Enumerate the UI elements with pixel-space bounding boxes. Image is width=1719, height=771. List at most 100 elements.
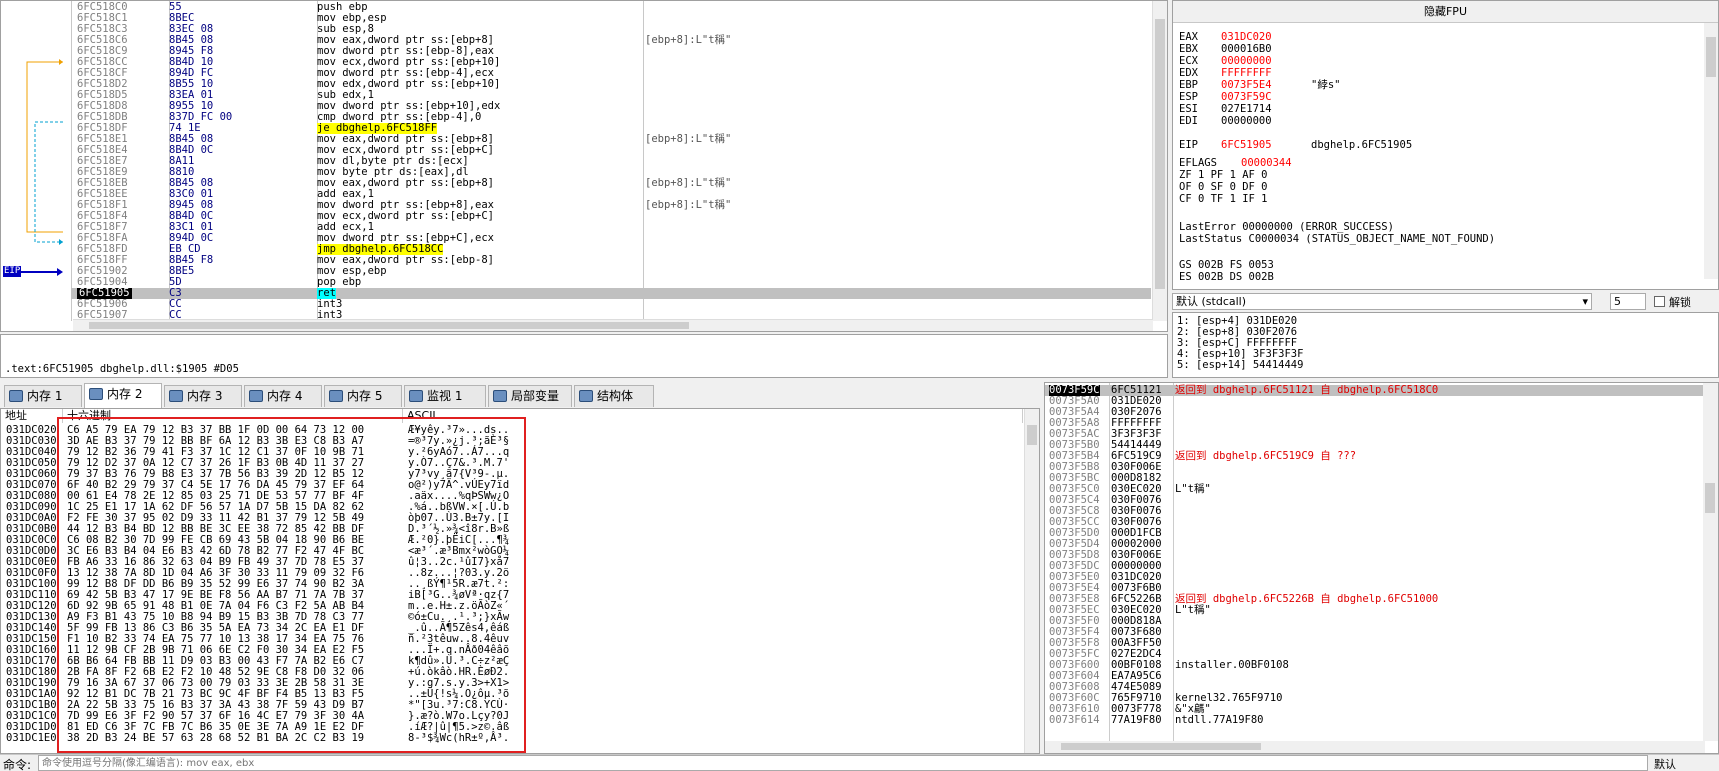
stack-row[interactable]: 0073F614 77A19F80 ntdll.77A19F80: [1045, 715, 1705, 726]
register-value: 00000000: [1221, 55, 1272, 67]
register-line[interactable]: ECX 00000000: [1179, 55, 1311, 67]
dump-address: 031DC1E0: [6, 732, 57, 744]
instruction-row[interactable]: 6FC518E7 8A11 mov dl,byte ptr ds:[ecx]: [71, 156, 1151, 167]
register-name: EIP: [1179, 139, 1198, 151]
instruction-row[interactable]: 6FC518DF 74 1E je dbghelp.6FC518FF: [71, 123, 1151, 134]
stack-arguments-pane[interactable]: 1: [esp+4] 031DE020 2: [esp+8] 030F2076 3:…: [1172, 312, 1719, 378]
register-line[interactable]: EDI 00000000: [1179, 115, 1311, 127]
instruction-row[interactable]: 6FC518C6 8B45 08 mov eax,dword ptr ss:[ebp…: [71, 35, 1151, 46]
instruction-row[interactable]: 6FC518CF 894D FC mov dword ptr ss:[ebp-4],…: [71, 68, 1151, 79]
register-line[interactable]: EIP 6FC51905 dbghelp.6FC51905: [1179, 139, 1412, 151]
instruction-row[interactable]: 6FC518FF 8B45 F8 mov eax,dword ptr ss:[ebp…: [71, 255, 1151, 266]
segment-line-1: GS 002B FS 0053: [1179, 259, 1274, 271]
regs-vscrollbar[interactable]: [1704, 23, 1718, 279]
hide-fpu-button[interactable]: 隐藏FPU: [1173, 1, 1718, 23]
disassembly-pane[interactable]: EIP 6FC518C0 55 push ebp 6FC518C1 8BEC mov eb…: [0, 0, 1168, 332]
tab-1[interactable]: 内存 1: [4, 385, 82, 407]
register-line[interactable]: ESP 0073F59C: [1179, 91, 1311, 103]
register-value: 000016B0: [1221, 43, 1272, 55]
instruction-row[interactable]: 6FC518E1 8B45 08 mov eax,dword ptr ss:[ebp…: [71, 134, 1151, 145]
registers-pane[interactable]: 隐藏FPU EAX 031DC020 EBX 000016B0 ECX 00000000 E…: [1172, 0, 1719, 290]
tab-6[interactable]: 监视 1: [404, 385, 486, 407]
instruction-row[interactable]: 6FC518CC 8B4D 10 mov ecx,dword ptr ss:[ebp…: [71, 57, 1151, 68]
dump-vscrollbar[interactable]: [1024, 409, 1039, 753]
command-input[interactable]: [38, 755, 1648, 771]
instruction-row[interactable]: 6FC518C9 8945 F8 mov dword ptr ss:[ebp-8],…: [71, 46, 1151, 57]
instruction-row[interactable]: 6FC51904 5D pop ebp: [71, 277, 1151, 288]
instruction-row[interactable]: 6FC518DB 837D FC 00 cmp dword ptr ss:[ebp-…: [71, 112, 1151, 123]
unlock-checkbox[interactable]: [1654, 296, 1665, 307]
register-line[interactable]: EAX 031DC020: [1179, 31, 1311, 43]
instruction-comment: [ebp+8]:L"t稱": [645, 133, 732, 145]
stack-comment: L"t稱": [1175, 604, 1211, 616]
stack-value: 77A19F80: [1111, 714, 1162, 726]
tab-label: 内存 4: [267, 389, 303, 403]
disasm-vscrollbar[interactable]: [1152, 1, 1167, 321]
command-label: 命令:: [3, 758, 32, 771]
stack-vscrollbar[interactable]: [1703, 383, 1718, 741]
instruction-row[interactable]: 6FC51905 C3 ret: [71, 288, 1151, 299]
register-comment: "綍s": [1311, 79, 1341, 91]
register-name: EAX: [1179, 31, 1198, 43]
tab-3[interactable]: 内存 3: [164, 385, 242, 407]
tab-7[interactable]: 局部变量: [488, 385, 572, 407]
instruction-row[interactable]: 6FC518FA 894D 0C mov dword ptr ss:[ebp+C],…: [71, 233, 1151, 244]
register-value: 00000000: [1221, 115, 1272, 127]
instruction-row[interactable]: 6FC518FD EB CD jmp dbghelp.6FC518CC: [71, 244, 1151, 255]
stack-comment: 返回到 dbghelp.6FC519C9 自 ???: [1175, 450, 1357, 462]
last-error: LastError 00000000 (ERROR_SUCCESS): [1179, 221, 1394, 233]
register-line[interactable]: ESI 027E1714: [1179, 103, 1311, 115]
jump-arrows-gutter: EIP: [1, 1, 71, 321]
command-mode-select[interactable]: 默认: [1654, 756, 1676, 771]
tab-8[interactable]: 结构体: [574, 385, 654, 407]
register-value: 6FC51905: [1221, 139, 1272, 151]
register-comment: dbghelp.6FC51905: [1311, 139, 1413, 151]
memory-icon: [249, 390, 263, 402]
register-name: ESP: [1179, 91, 1198, 103]
instruction-row[interactable]: 6FC518C1 8BEC mov ebp,esp: [71, 13, 1151, 24]
command-bar: 命令: 默认: [0, 754, 1719, 771]
stack-comment: ntdll.77A19F80: [1175, 714, 1264, 726]
instruction-row[interactable]: 6FC518C3 83EC 08 sub esp,8: [71, 24, 1151, 35]
stack-comment: L"t稱": [1175, 483, 1211, 495]
tab-2[interactable]: 内存 2: [84, 383, 162, 408]
stack-pane[interactable]: 0073F59C 6FC51121 返回到 dbghelp.6FC51121 自 d…: [1044, 382, 1719, 754]
instruction-row[interactable]: 6FC51902 8BE5 mov esp,ebp: [71, 266, 1151, 277]
instruction-row[interactable]: 6FC518D2 8B55 10 mov edx,dword ptr ss:[ebp…: [71, 79, 1151, 90]
instruction-row[interactable]: 6FC518E9 8810 mov byte ptr ds:[eax],dl: [71, 167, 1151, 178]
register-value: FFFFFFFF: [1221, 67, 1272, 79]
instruction-row[interactable]: 6FC51906 CC int3: [71, 299, 1151, 310]
instruction-row[interactable]: 6FC518F7 83C1 01 add ecx,1: [71, 222, 1151, 233]
instruction-row[interactable]: 6FC518D5 83EA 01 sub edx,1: [71, 90, 1151, 101]
tab-5[interactable]: 内存 5: [324, 385, 402, 407]
stack-hscrollbar[interactable]: [1045, 741, 1705, 753]
instruction-row[interactable]: 6FC518EE 83C0 01 add eax,1: [71, 189, 1151, 200]
stack-argument[interactable]: 5: [esp+14] 54414449: [1177, 359, 1303, 371]
instruction-row[interactable]: 6FC518F1 8945 08 mov dword ptr ss:[ebp+8],…: [71, 200, 1151, 211]
instruction-row[interactable]: 6FC518E4 8B4D 0C mov ecx,dword ptr ss:[ebp…: [71, 145, 1151, 156]
register-line[interactable]: EFLAGS 00000344: [1179, 157, 1331, 169]
calling-convention-bar: 默认 (stdcall) ▾ 5 解锁: [1172, 292, 1719, 312]
struct-icon: [579, 390, 593, 402]
register-line[interactable]: EBX 000016B0: [1179, 43, 1311, 55]
instruction-row[interactable]: 6FC518EB 8B45 08 mov eax,dword ptr ss:[ebp…: [71, 178, 1151, 189]
flags-line-3: CF 0 TF 1 IF 1: [1179, 193, 1268, 205]
highlight-box: [57, 417, 526, 753]
info-text: .text:6FC51905 dbghelp.dll:$1905 #D05: [5, 363, 239, 375]
register-line[interactable]: EBP 0073F5E4 "綍s": [1179, 79, 1340, 91]
instruction-row[interactable]: 6FC518F4 8B4D 0C mov ecx,dword ptr ss:[ebp…: [71, 211, 1151, 222]
disasm-hscrollbar[interactable]: [73, 319, 1153, 331]
instruction-comment: [ebp+8]:L"t稱": [645, 199, 732, 211]
memory-icon: [89, 388, 103, 400]
dump-header-address[interactable]: 地址: [1, 409, 63, 423]
calling-convention-select[interactable]: 默认 (stdcall) ▾: [1172, 293, 1592, 310]
instruction-row[interactable]: 6FC518C0 55 push ebp: [71, 2, 1151, 13]
unlock-label: 解锁: [1669, 296, 1691, 309]
register-name: ESI: [1179, 103, 1198, 115]
tab-label: 内存 3: [187, 389, 223, 403]
register-line[interactable]: EDX FFFFFFFF: [1179, 67, 1311, 79]
arg-count-spinner[interactable]: 5: [1610, 293, 1646, 310]
instruction-row[interactable]: 6FC518D8 8955 10 mov dword ptr ss:[ebp+10]…: [71, 101, 1151, 112]
dump-tabs: 内存 1 内存 2 内存 3 内存 4 内存 5 监视 1 局部变量 结构体: [0, 382, 1040, 408]
tab-4[interactable]: 内存 4: [244, 385, 322, 407]
